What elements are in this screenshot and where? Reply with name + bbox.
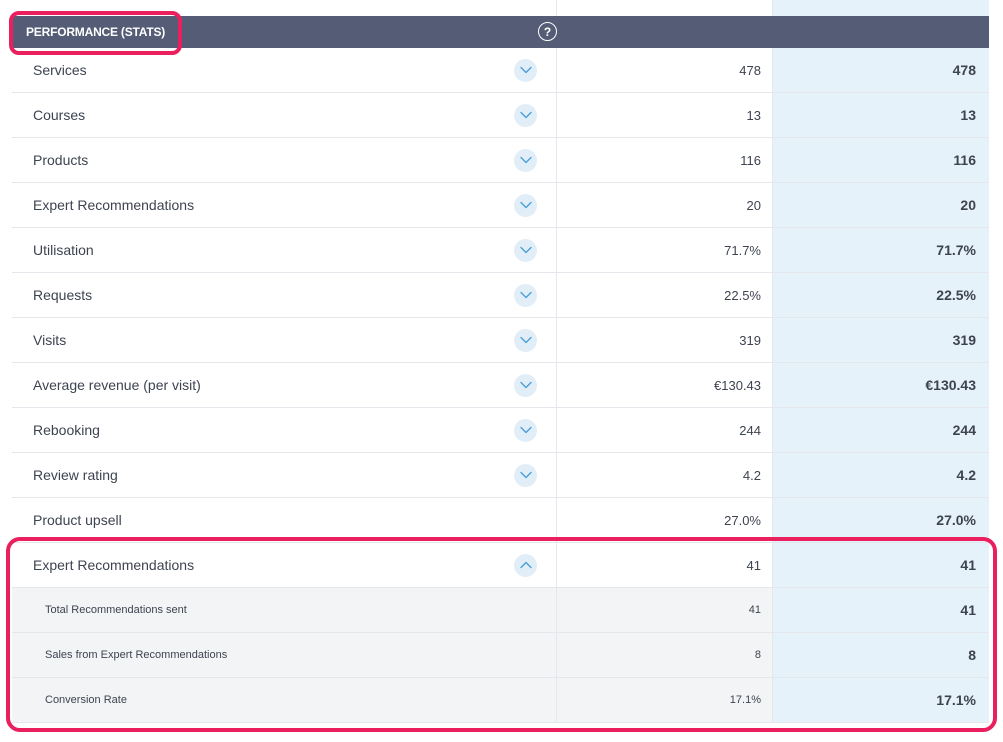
row-total: 22.5%	[773, 273, 989, 317]
row-label: Total Recommendations sent	[45, 604, 187, 616]
row-label: Utilisation	[33, 242, 94, 258]
row-label: Expert Recommendations	[33, 197, 195, 213]
row-label: Review rating	[33, 467, 118, 483]
chevron-down-icon[interactable]	[514, 58, 537, 82]
row-value: 478	[557, 48, 773, 92]
row-label-cell: Courses	[12, 93, 557, 137]
performance-stats-table: PERFORMANCE (STATS) ? Services 478 478 Cour…	[12, 0, 989, 723]
row-label-cell: Total Recommendations sent	[12, 588, 557, 632]
row-value: 20	[557, 183, 773, 227]
row-value: 13	[557, 93, 773, 137]
row-total: 116	[773, 138, 989, 182]
row-label-cell: Sales from Expert Recommendations	[12, 633, 557, 677]
row-value: 17.1%	[557, 678, 773, 722]
row-label-cell: Requests	[12, 273, 557, 317]
row-value: €130.43	[557, 363, 773, 407]
row-total: 71.7%	[773, 228, 989, 272]
row-total: 319	[773, 318, 989, 362]
chevron-down-icon[interactable]	[514, 238, 537, 262]
row-label-cell: Product upsell	[12, 498, 557, 542]
table-top-strip	[12, 0, 989, 16]
chevron-down-icon[interactable]	[514, 373, 537, 397]
table-row: Services 478 478	[12, 48, 989, 93]
chevron-down-icon[interactable]	[514, 148, 537, 172]
row-value: 71.7%	[557, 228, 773, 272]
row-label: Conversion Rate	[45, 694, 127, 706]
table-row: Requests 22.5% 22.5%	[12, 273, 989, 318]
row-value: 27.0%	[557, 498, 773, 542]
row-label-cell: Expert Recommendations	[12, 183, 557, 227]
chevron-down-icon[interactable]	[514, 328, 537, 352]
table-row: Utilisation 71.7% 71.7%	[12, 228, 989, 273]
row-label-cell: Expert Recommendations	[12, 543, 557, 587]
stats-rows: Services 478 478 Courses 13 13 Products 116 116 E…	[12, 48, 989, 723]
table-row: Expert Recommendations 41 41	[12, 543, 989, 588]
sub-row: Sales from Expert Recommendations 8 8	[12, 633, 989, 678]
row-label: Services	[33, 62, 87, 78]
chevron-down-icon[interactable]	[514, 283, 537, 307]
row-value: 319	[557, 318, 773, 362]
chevron-up-icon[interactable]	[514, 553, 537, 577]
row-label-cell: Conversion Rate	[12, 678, 557, 722]
row-label-cell: Services	[12, 48, 557, 92]
row-total: 41	[773, 543, 989, 587]
table-row: Visits 319 319	[12, 318, 989, 363]
row-value: 41	[557, 588, 773, 632]
row-value: 4.2	[557, 453, 773, 497]
row-total: 41	[773, 588, 989, 632]
row-total: 244	[773, 408, 989, 452]
row-total: 17.1%	[773, 678, 989, 722]
row-total: €130.43	[773, 363, 989, 407]
table-row: Review rating 4.2 4.2	[12, 453, 989, 498]
table-row: Average revenue (per visit) €130.43 €130.4…	[12, 363, 989, 408]
row-label-cell: Utilisation	[12, 228, 557, 272]
chevron-down-icon[interactable]	[514, 418, 537, 442]
row-label-cell: Average revenue (per visit)	[12, 363, 557, 407]
row-label-cell: Visits	[12, 318, 557, 362]
chevron-down-icon[interactable]	[514, 103, 537, 127]
table-row: Rebooking 244 244	[12, 408, 989, 453]
row-total: 13	[773, 93, 989, 137]
row-label: Products	[33, 152, 89, 168]
sub-row: Total Recommendations sent 41 41	[12, 588, 989, 633]
row-label: Product upsell	[33, 512, 122, 528]
row-label-cell: Review rating	[12, 453, 557, 497]
row-total: 4.2	[773, 453, 989, 497]
row-label: Courses	[33, 107, 86, 123]
row-label-cell: Products	[12, 138, 557, 182]
row-label: Requests	[33, 287, 93, 303]
row-value: 22.5%	[557, 273, 773, 317]
row-label-cell: Rebooking	[12, 408, 557, 452]
row-total: 478	[773, 48, 989, 92]
section-title: PERFORMANCE (STATS)	[26, 25, 166, 39]
row-total: 20	[773, 183, 989, 227]
row-label: Rebooking	[33, 422, 100, 438]
row-value: 41	[557, 543, 773, 587]
row-label: Sales from Expert Recommendations	[45, 649, 228, 661]
chevron-down-icon[interactable]	[514, 463, 537, 487]
row-total: 8	[773, 633, 989, 677]
row-label: Average revenue (per visit)	[33, 377, 201, 393]
row-label: Expert Recommendations	[33, 557, 195, 573]
table-row: Courses 13 13	[12, 93, 989, 138]
table-row: Product upsell 27.0% 27.0%	[12, 498, 989, 543]
row-label: Visits	[33, 332, 67, 348]
row-value: 8	[557, 633, 773, 677]
row-value: 244	[557, 408, 773, 452]
section-header: PERFORMANCE (STATS) ?	[12, 16, 989, 48]
question-circle-icon[interactable]: ?	[538, 22, 557, 41]
sub-row: Conversion Rate 17.1% 17.1%	[12, 678, 989, 723]
row-value: 116	[557, 138, 773, 182]
chevron-down-icon[interactable]	[514, 193, 537, 217]
table-row: Products 116 116	[12, 138, 989, 183]
table-row: Expert Recommendations 20 20	[12, 183, 989, 228]
row-total: 27.0%	[773, 498, 989, 542]
